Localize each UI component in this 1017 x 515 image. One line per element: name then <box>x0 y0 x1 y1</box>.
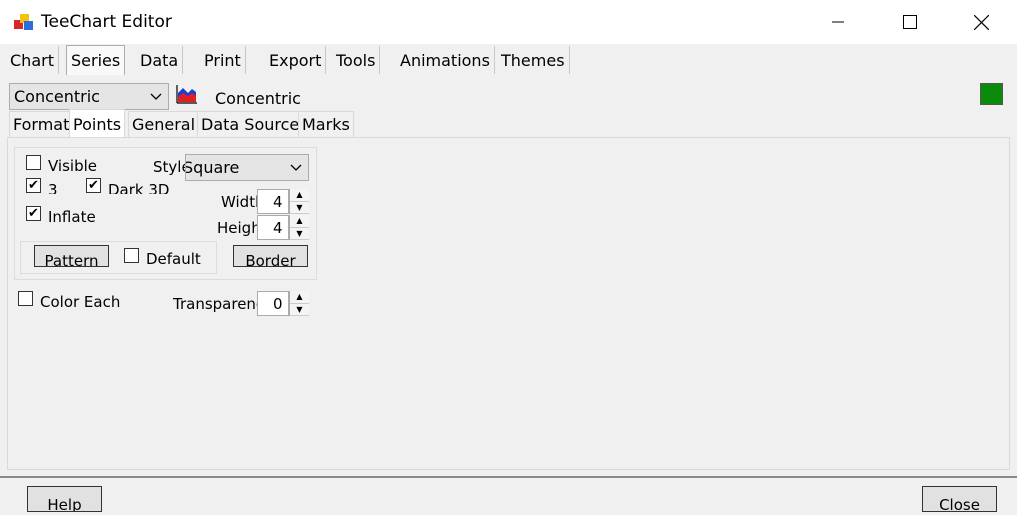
visible-label: Visible <box>48 157 97 171</box>
dark-3d-checkbox[interactable]: ✔ <box>86 178 101 193</box>
minimize-button[interactable] <box>815 0 861 44</box>
pattern-button[interactable]: Pattern <box>34 245 109 267</box>
window-title: TeeChart Editor <box>41 12 172 32</box>
subtab-marks[interactable]: Marks <box>298 111 354 137</box>
transparency-spinner[interactable]: 0 ▲ ▼ <box>257 291 309 316</box>
series-name-label: Concentric <box>215 89 301 108</box>
width-spinner[interactable]: 4 ▲ ▼ <box>257 189 309 214</box>
tab-print[interactable]: Print <box>200 46 246 74</box>
inflate-check-mark: ✔ <box>28 206 39 221</box>
help-button[interactable]: Help <box>27 486 102 512</box>
visible-checkbox[interactable] <box>26 155 41 170</box>
series-select-value: Concentric <box>14 87 100 106</box>
style-select[interactable]: Square <box>185 154 309 181</box>
series-select[interactable]: Concentric <box>9 83 169 110</box>
width-down-icon[interactable]: ▼ <box>290 201 309 214</box>
transparency-down-icon[interactable]: ▼ <box>290 303 309 316</box>
close-window-button[interactable] <box>958 0 1004 44</box>
series-color-swatch[interactable] <box>980 83 1003 105</box>
transparency-input[interactable]: 0 <box>257 291 289 316</box>
minimize-icon <box>832 21 844 23</box>
app-icon <box>14 14 33 30</box>
chevron-down-icon <box>150 93 162 100</box>
tab-data[interactable]: Data <box>136 46 184 74</box>
width-up-icon[interactable]: ▲ <box>290 189 309 202</box>
footer-bar: Help Close <box>0 476 1017 515</box>
tab-series[interactable]: Series <box>66 45 126 75</box>
tab-tools[interactable]: Tools <box>332 46 381 74</box>
transparency-up-icon[interactable]: ▲ <box>290 291 309 304</box>
height-down-icon[interactable]: ▼ <box>290 227 309 240</box>
subtab-data-source[interactable]: Data Source <box>197 111 304 137</box>
three-d-check-mark: ✔ <box>28 178 39 193</box>
inflate-checkbox[interactable]: ✔ <box>26 206 41 221</box>
subtab-points[interactable]: Points <box>69 109 126 138</box>
close-button[interactable]: Close <box>922 486 997 512</box>
chevron-down-icon <box>290 164 302 171</box>
height-up-icon[interactable]: ▲ <box>290 215 309 228</box>
subtab-general[interactable]: General <box>128 111 200 137</box>
border-button[interactable]: Border <box>233 245 308 267</box>
inflate-label: Inflate <box>48 208 96 222</box>
title-bar: TeeChart Editor <box>0 0 1017 44</box>
default-checkbox[interactable] <box>124 248 139 263</box>
three-d-checkbox[interactable]: ✔ <box>26 178 41 193</box>
close-icon <box>973 14 989 30</box>
three-d-label: 3 <box>48 181 58 194</box>
dark-3d-check-mark: ✔ <box>88 178 99 193</box>
height-spinner[interactable]: 4 ▲ ▼ <box>257 215 309 240</box>
tab-export[interactable]: Export <box>265 46 327 74</box>
tab-themes[interactable]: Themes <box>497 46 570 74</box>
tab-animations[interactable]: Animations <box>396 46 495 74</box>
dark-3d-label: Dark 3D <box>108 181 170 194</box>
maximize-button[interactable] <box>887 0 933 44</box>
tab-chart[interactable]: Chart <box>6 46 59 74</box>
color-each-checkbox[interactable] <box>18 291 33 306</box>
height-input[interactable]: 4 <box>257 215 289 240</box>
area-chart-icon <box>176 85 197 104</box>
subtab-format[interactable]: Format <box>9 111 74 137</box>
style-select-value: Square <box>186 158 240 177</box>
width-input[interactable]: 4 <box>257 189 289 214</box>
color-each-label: Color Each <box>40 293 121 307</box>
maximize-icon <box>903 15 917 29</box>
default-label: Default <box>146 250 201 265</box>
